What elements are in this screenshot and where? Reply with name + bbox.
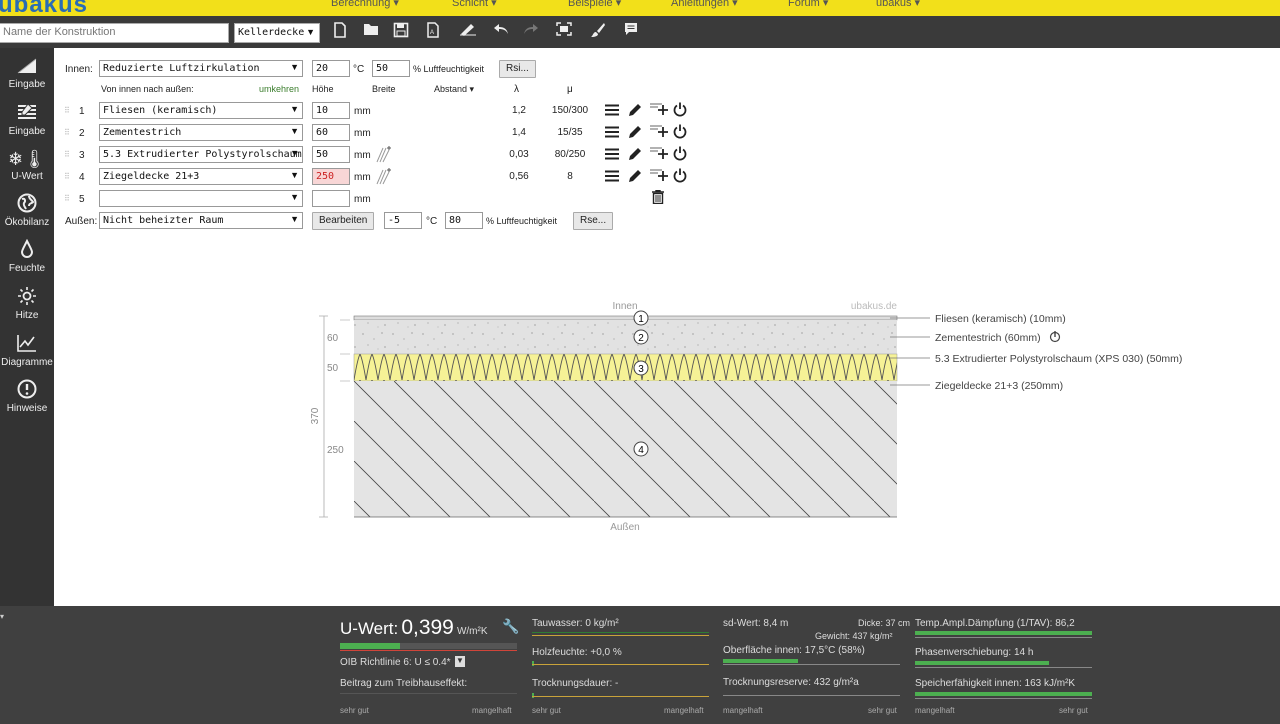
scale-good-4: sehr gut: [1059, 706, 1088, 715]
scale-bad-2: mangelhaft: [664, 706, 704, 715]
temp-ampl-label: Temp.Ampl.Dämpfung (1/TAV): 86,2: [915, 618, 1075, 629]
uwert-value: 0,399: [401, 616, 454, 639]
treibhaus-label: Beitrag zum Treibhauseffekt:: [340, 678, 468, 689]
dim-label-60: 60: [327, 333, 339, 344]
callout-layer-2: Zementestrich (60mm): [935, 332, 1041, 344]
tauwasser-bar: [532, 632, 709, 633]
layer-4-brick-texture: [354, 381, 897, 517]
holzfeuchte-label: Holzfeuchte: +0,0 %: [532, 647, 622, 658]
svg-text:4: 4: [638, 445, 644, 456]
layer-number-4: 4: [633, 441, 649, 457]
wrench-icon[interactable]: 🔧: [502, 618, 519, 635]
svg-text:2: 2: [638, 333, 644, 344]
callout-layer-4: Ziegeldecke 21+3 (250mm): [935, 380, 1063, 392]
uwert-unit: W/m²K: [456, 626, 488, 637]
watermark: ubakus.de: [851, 301, 898, 312]
speicher-bar: [915, 692, 1092, 696]
tauwasser-bar-2: [532, 635, 709, 636]
speicher-label: Speicherfähigkeit innen: 163 kJ/m²K: [915, 678, 1076, 689]
callout-layer-3: 5.3 Extrudierter Polystyrolschaum (XPS 0…: [935, 353, 1182, 365]
speicher-bar-2: [915, 698, 1092, 699]
dim-label-50: 50: [327, 363, 339, 374]
scale-bad-3: mangelhaft: [723, 706, 763, 715]
uwert-good-bar: [340, 643, 400, 649]
layer-3-xps-texture: [354, 354, 897, 381]
dim-label-total: 370: [310, 407, 321, 424]
cross-section-drawing: 60 50 250 370 Innen Außen ubakus.de 1 2 …: [310, 301, 1182, 533]
trocknungsreserve-bar: [723, 695, 900, 696]
temp-ampl-bar: [915, 631, 1092, 635]
scale-good-2: sehr gut: [532, 706, 561, 715]
phasen-bar: [915, 661, 1049, 665]
trocknungsreserve-label: Trocknungsreserve: 432 g/m²a: [723, 677, 859, 688]
treibhaus-bar: [340, 693, 517, 694]
layer-1-tile-shape: [353, 315, 898, 321]
svg-text:1: 1: [638, 314, 644, 325]
phasen-bar-2: [915, 667, 1092, 668]
tauwasser-label: Tauwasser: 0 kg/m²: [532, 618, 619, 629]
collapse-icon[interactable]: ▾: [0, 612, 4, 621]
trocknungsdauer-label: Trocknungsdauer: -: [532, 678, 619, 689]
scale-good-1: sehr gut: [340, 706, 369, 715]
outer-side-label: Außen: [610, 522, 639, 533]
layer-number-2: 2: [633, 329, 649, 345]
sd-wert-label: sd-Wert: 8,4 m: [723, 618, 789, 629]
holzfeuchte-bar-2: [532, 664, 709, 665]
oberflaeche-bar: [723, 659, 798, 663]
scale-good-3: sehr gut: [868, 706, 897, 715]
scale-bad-1: mangelhaft: [472, 706, 512, 715]
dicke-label: Dicke: 37 cm: [858, 618, 911, 628]
uwert-threshold-line: [340, 650, 517, 651]
oib-requirement: OIB Richtlinie 6: U ≤ 0.4*: [340, 657, 451, 668]
svg-text:3: 3: [638, 364, 644, 375]
power-icon[interactable]: [1049, 331, 1061, 343]
oberflaeche-label: Oberfläche innen: 17,5°C (58%): [723, 645, 865, 656]
callout-layer-1: Fliesen (keramisch) (10mm): [935, 313, 1066, 325]
uwert-label: U-Wert:: [340, 619, 399, 638]
phasen-label: Phasenverschiebung: 14 h: [915, 647, 1034, 658]
results-panel: ▾ U-Wert: 0,399 W/m²K 🔧 OIB Richtlinie 6…: [0, 606, 1280, 724]
oberflaeche-bar-2: [723, 664, 900, 665]
temp-ampl-bar-2: [915, 637, 1092, 638]
layer-number-1: 1: [633, 310, 649, 326]
inner-side-label: Innen: [612, 301, 637, 312]
layer-number-3: 3: [633, 360, 649, 376]
uwert-bar-remainder: [400, 643, 517, 649]
dim-label-250: 250: [327, 445, 344, 456]
uwert-display: U-Wert: 0,399 W/m²K: [340, 616, 487, 640]
layer-2-screed-texture: [354, 320, 897, 354]
oib-dropdown-icon[interactable]: ▼: [455, 656, 465, 667]
gewicht-label: Gewicht: 437 kg/m²: [815, 631, 893, 641]
scale-bad-4: mangelhaft: [915, 706, 955, 715]
trocknungsdauer-bar-2: [532, 696, 709, 697]
